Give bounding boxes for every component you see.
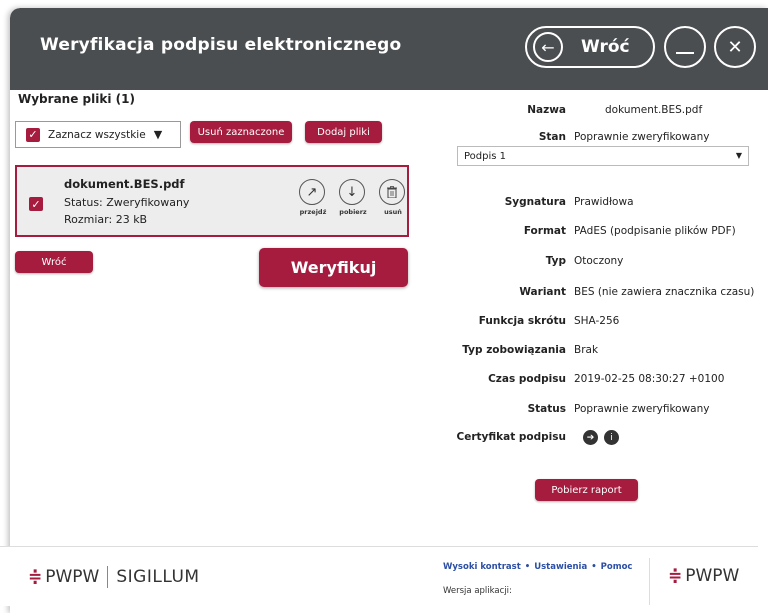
detail-label: Status xyxy=(527,403,566,415)
settings-link[interactable]: Ustawienia xyxy=(534,562,587,572)
logo-right-text: PWPW xyxy=(685,566,740,586)
name-value: dokument.BES.pdf xyxy=(605,104,703,116)
detail-value: Poprawnie zweryfikowany xyxy=(574,403,710,415)
header-back-label: Wróć xyxy=(581,37,630,57)
arrow-up-right-icon: ↗ xyxy=(299,179,325,205)
file-status: Status: Zweryfikowany xyxy=(64,196,190,209)
logo-divider xyxy=(107,566,109,588)
detail-value: Otoczony xyxy=(574,255,624,267)
page-title: Weryfikacja podpisu elektronicznego xyxy=(40,35,402,55)
trash-icon xyxy=(379,179,405,205)
name-label: Nazwa xyxy=(527,104,566,116)
detail-value: PAdES (podpisanie plików PDF) xyxy=(574,225,736,237)
signature-select-value: Podpis 1 xyxy=(464,150,507,162)
minimize-button[interactable] xyxy=(664,26,706,68)
detail-value: Prawidłowa xyxy=(574,196,634,208)
minimize-icon xyxy=(676,52,694,54)
detail-value: BES (nie zawiera znacznika czasu) xyxy=(574,286,755,298)
close-button[interactable]: ✕ xyxy=(714,26,756,68)
arrow-right-icon[interactable]: ➔ xyxy=(583,430,598,445)
help-link[interactable]: Pomoc xyxy=(601,562,633,572)
logo-left-sub: SIGILLUM xyxy=(116,567,200,587)
download-report-button[interactable]: Pobierz raport xyxy=(535,479,638,501)
delete-file-label: usuń xyxy=(384,208,402,216)
header-back-button[interactable]: ← Wróć xyxy=(525,26,655,68)
footer-divider xyxy=(649,558,650,605)
pwpw-logo: ≑ PWPW xyxy=(668,566,739,586)
caret-down-icon: ▼ xyxy=(153,128,163,141)
check-icon: ✓ xyxy=(26,127,40,142)
pwpw-emblem-icon: ≑ xyxy=(668,566,683,586)
file-name: dokument.BES.pdf xyxy=(64,177,185,191)
file-checkbox[interactable]: ✓ xyxy=(29,197,43,211)
detail-value: 2019-02-25 08:30:27 +0100 xyxy=(574,373,725,385)
high-contrast-link[interactable]: Wysoki kontrast xyxy=(443,562,521,572)
info-icon[interactable]: i xyxy=(604,430,619,445)
separator-dot: • xyxy=(524,562,531,572)
file-card: ✓ dokument.BES.pdf Status: Zweryfikowany… xyxy=(15,165,409,237)
detail-label: Funkcja skrótu xyxy=(478,315,566,327)
download-file-action[interactable]: ↓ pobierz xyxy=(339,179,367,216)
detail-label: Typ zobowiązania xyxy=(462,344,566,356)
caret-down-icon: ▼ xyxy=(735,151,742,160)
app-version: Wersja aplikacji: xyxy=(443,586,512,596)
open-file-action[interactable]: ↗ przejdź xyxy=(299,179,327,216)
add-files-button[interactable]: Dodaj pliki xyxy=(305,121,382,143)
arrow-down-icon: ↓ xyxy=(339,179,365,205)
detail-label: Format xyxy=(523,225,566,237)
back-button[interactable]: Wróć xyxy=(15,251,93,273)
select-all-dropdown[interactable]: ✓ Zaznacz wszystkie ▼ xyxy=(15,121,181,148)
pwpw-sigillum-logo: ≑ PWPW SIGILLUM xyxy=(28,566,200,588)
state-label: Stan xyxy=(538,131,566,143)
logo-left-text: PWPW xyxy=(45,567,100,587)
signature-select[interactable]: Podpis 1 ▼ xyxy=(457,146,749,166)
detail-value: SHA-256 xyxy=(574,315,620,327)
detail-label: Wariant xyxy=(519,286,566,298)
arrow-left-icon: ← xyxy=(533,32,563,62)
remove-selected-button[interactable]: Usuń zaznaczone xyxy=(190,121,292,143)
close-icon: ✕ xyxy=(727,36,743,58)
delete-file-action[interactable]: usuń xyxy=(379,179,407,216)
select-all-label: Zaznacz wszystkie xyxy=(48,128,146,141)
selected-files-title: Wybrane pliki (1) xyxy=(18,92,135,106)
pwpw-emblem-icon: ≑ xyxy=(28,567,43,587)
state-value: Poprawnie zweryfikowany xyxy=(574,131,710,143)
file-size: Rozmiar: 23 kB xyxy=(64,213,148,226)
detail-label: Typ xyxy=(545,255,566,267)
separator-dot: • xyxy=(591,562,597,572)
verify-button[interactable]: Weryfikuj xyxy=(259,248,408,287)
detail-label: Sygnatura xyxy=(504,196,566,208)
detail-value: Brak xyxy=(574,344,599,356)
certificate-label: Certyfikat podpisu xyxy=(456,431,566,443)
footer-links: Wysoki kontrast • Ustawienia • Pomoc xyxy=(443,562,632,572)
header-bar: Weryfikacja podpisu elektronicznego ← Wr… xyxy=(10,8,768,90)
detail-label: Czas podpisu xyxy=(488,373,566,385)
